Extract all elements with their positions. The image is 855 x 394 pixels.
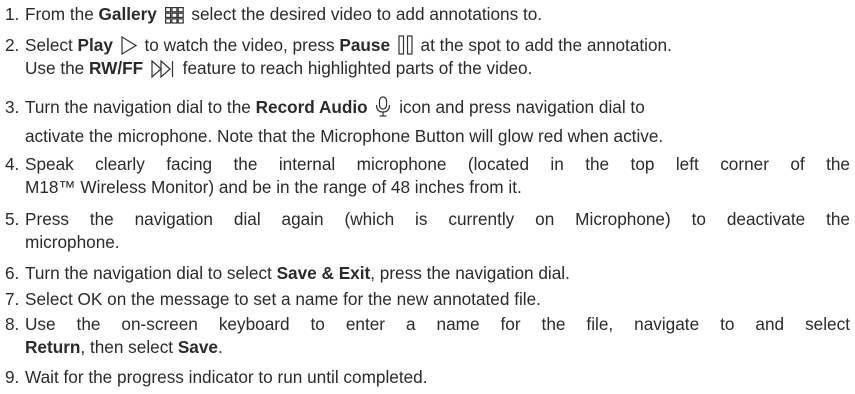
play-label: Play xyxy=(77,35,113,55)
step-number: 4. xyxy=(5,154,20,174)
step-number: 8. xyxy=(5,314,20,334)
step-number: 1. xyxy=(5,4,20,24)
step-number: 9. xyxy=(5,367,20,387)
gallery-label: Gallery xyxy=(98,4,157,24)
step-number: 7. xyxy=(5,289,20,309)
step-number: 2. xyxy=(5,35,20,55)
return-label: Return xyxy=(25,337,81,357)
microphone-icon xyxy=(375,96,391,117)
step-number: 3. xyxy=(5,97,20,117)
step-number: 6. xyxy=(5,263,20,283)
grid-icon xyxy=(164,7,184,24)
play-icon xyxy=(121,36,137,55)
pause-label: Pause xyxy=(339,35,390,55)
save-label: Save xyxy=(177,337,218,357)
save-exit-label: Save & Exit xyxy=(276,263,371,283)
pause-icon xyxy=(398,35,413,55)
step-number: 5. xyxy=(5,209,20,229)
rwff-label: RW/FF xyxy=(89,58,144,78)
fast-forward-icon xyxy=(151,60,175,78)
record-audio-label: Record Audio xyxy=(255,97,368,117)
